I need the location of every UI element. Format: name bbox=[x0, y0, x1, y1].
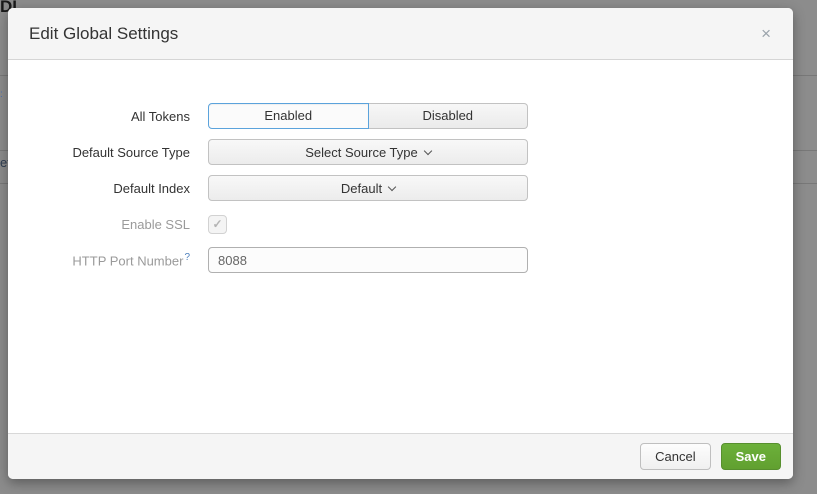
all-tokens-label: All Tokens bbox=[8, 109, 208, 124]
default-source-type-label: Default Source Type bbox=[8, 145, 208, 160]
close-icon[interactable]: × bbox=[757, 23, 775, 44]
http-port-input bbox=[208, 247, 528, 273]
modal-title: Edit Global Settings bbox=[29, 24, 757, 44]
modal-footer: Cancel Save bbox=[8, 433, 793, 479]
form-row-http-port: HTTP Port Number? bbox=[8, 247, 793, 273]
modal-body: All Tokens Enabled Disabled Default Sour… bbox=[8, 60, 793, 433]
http-port-label-text: HTTP Port Number bbox=[72, 253, 183, 268]
all-tokens-enabled-button[interactable]: Enabled bbox=[208, 103, 369, 129]
all-tokens-disabled-button[interactable]: Disabled bbox=[369, 103, 529, 129]
check-icon: ✓ bbox=[212, 217, 222, 231]
http-port-label: HTTP Port Number? bbox=[8, 252, 208, 268]
default-index-dropdown[interactable]: Default bbox=[208, 175, 528, 201]
enable-ssl-label: Enable SSL bbox=[8, 217, 208, 232]
chevron-down-icon bbox=[424, 146, 432, 154]
default-index-value: Default bbox=[341, 181, 382, 196]
enable-ssl-checkbox: ✓ bbox=[208, 215, 227, 234]
all-tokens-toggle: Enabled Disabled bbox=[208, 103, 528, 129]
cancel-button[interactable]: Cancel bbox=[640, 443, 710, 470]
edit-global-settings-modal: Edit Global Settings × All Tokens Enable… bbox=[8, 8, 793, 479]
form-row-default-index: Default Index Default bbox=[8, 175, 793, 201]
default-index-label: Default Index bbox=[8, 181, 208, 196]
help-icon: ? bbox=[184, 252, 190, 263]
form-row-default-source-type: Default Source Type Select Source Type bbox=[8, 139, 793, 165]
save-button[interactable]: Save bbox=[721, 443, 781, 470]
default-source-type-value: Select Source Type bbox=[305, 145, 418, 160]
chevron-down-icon bbox=[388, 182, 396, 190]
form-row-enable-ssl: Enable SSL ✓ bbox=[8, 211, 793, 237]
modal-header: Edit Global Settings × bbox=[8, 8, 793, 60]
form-row-all-tokens: All Tokens Enabled Disabled bbox=[8, 103, 793, 129]
default-source-type-dropdown[interactable]: Select Source Type bbox=[208, 139, 528, 165]
